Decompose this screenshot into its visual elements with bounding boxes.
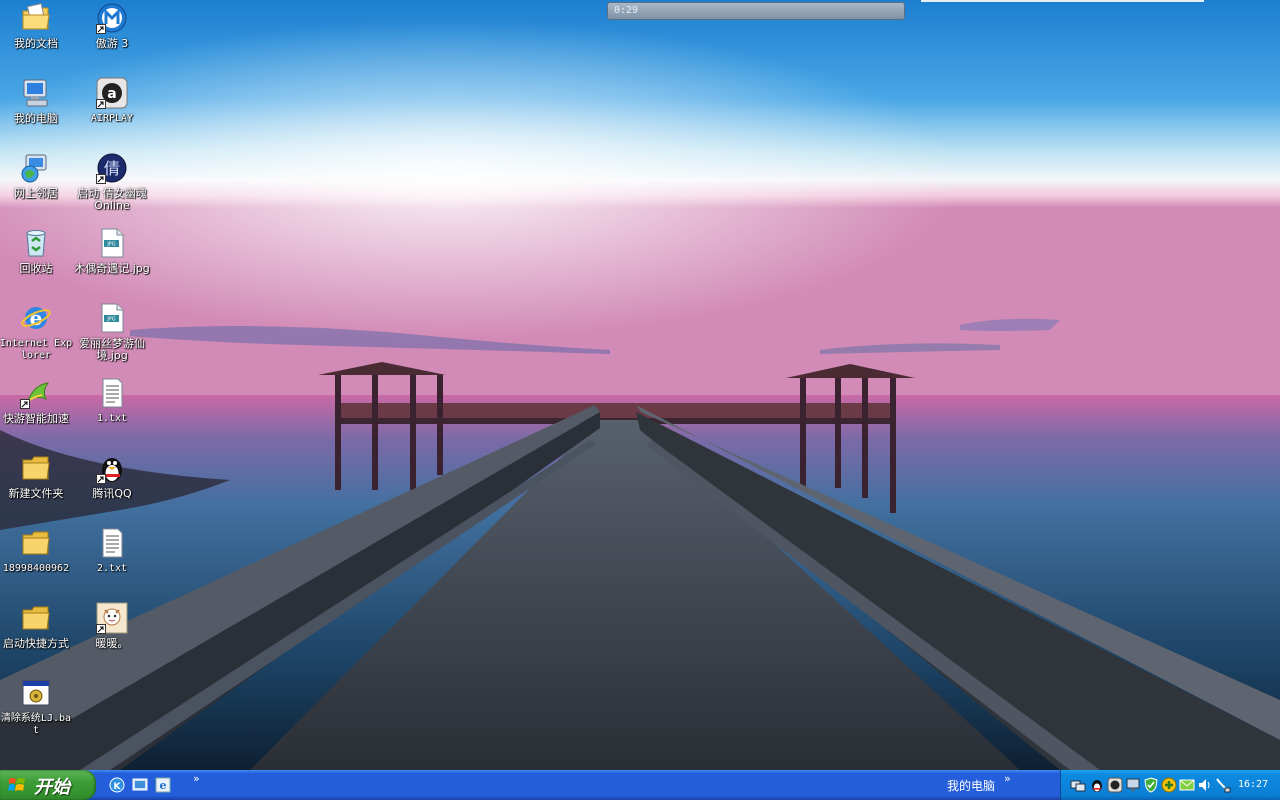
start-label: 开始 bbox=[34, 777, 70, 798]
text-file-icon bbox=[96, 377, 128, 409]
shortcut-arrow-icon bbox=[20, 399, 30, 409]
shortcut-arrow-icon bbox=[96, 24, 106, 34]
nuannuan-image-icon bbox=[96, 602, 128, 634]
icon-label: 傲游 3 bbox=[95, 37, 129, 50]
desktop-icon-nuannuan[interactable]: 暖暖。 bbox=[74, 602, 150, 650]
desktop-icon-shortcut-folder[interactable]: 启动快捷方式 bbox=[0, 602, 74, 650]
svg-text:倩: 倩 bbox=[104, 159, 120, 178]
shortcut-arrow-icon bbox=[96, 624, 106, 634]
svg-text:e: e bbox=[30, 306, 43, 330]
airplay-tray-icon[interactable] bbox=[1107, 777, 1123, 793]
airplay-app-icon: a bbox=[96, 77, 128, 109]
icon-label: 回收站 bbox=[19, 262, 53, 275]
icon-label: Internet Explorer bbox=[0, 338, 73, 361]
icon-label: 快游智能加速 bbox=[3, 412, 69, 425]
timer-text: 0:29 bbox=[614, 5, 639, 16]
security-shield-icon[interactable] bbox=[1143, 777, 1159, 793]
network-globe-icon bbox=[20, 152, 52, 184]
desktop-icon-network[interactable]: 网上邻居 bbox=[0, 152, 74, 200]
desktop-icon-recycle-bin[interactable]: 回收站 bbox=[0, 227, 74, 275]
taskbar: 开始 K e » 我的电脑 » 16:27 bbox=[0, 770, 1280, 800]
taskbar-task-my-computer[interactable]: 我的电脑 bbox=[947, 777, 995, 794]
folder-icon bbox=[20, 452, 52, 484]
svg-text:JPG: JPG bbox=[106, 317, 115, 323]
icon-label: 清除系统LJ.bat bbox=[0, 713, 72, 736]
speaker-tray-icon[interactable] bbox=[1197, 777, 1213, 793]
icon-label: 我的文档 bbox=[14, 37, 58, 50]
desktop-icon-my-documents[interactable]: 我的文档 bbox=[0, 2, 74, 50]
shortcut-arrow-icon bbox=[96, 99, 106, 109]
icon-label: 腾讯QQ bbox=[92, 487, 132, 500]
message-tray-icon[interactable] bbox=[1179, 777, 1195, 793]
qiannv-game-icon: 倩 bbox=[96, 152, 128, 184]
desktop-icon-1-txt[interactable]: 1.txt bbox=[74, 377, 150, 425]
icon-label: AIRPLAY bbox=[90, 113, 134, 124]
shortcut-arrow-icon bbox=[96, 174, 106, 184]
text-file-icon bbox=[96, 527, 128, 559]
network-cable-icon[interactable] bbox=[1215, 777, 1231, 793]
folder-icon bbox=[20, 602, 52, 634]
network-status-icon[interactable] bbox=[1070, 777, 1086, 793]
icon-label: 18998400962 bbox=[2, 563, 70, 574]
system-tray: 16:27 bbox=[1060, 770, 1280, 800]
computer-icon bbox=[20, 77, 52, 109]
folder-icon bbox=[20, 527, 52, 559]
batch-file-icon bbox=[20, 677, 52, 709]
show-desktop-icon[interactable] bbox=[132, 777, 148, 793]
icon-label: 网上邻居 bbox=[14, 187, 58, 200]
icon-label: 新建文件夹 bbox=[8, 487, 64, 500]
desktop-icon-2-txt[interactable]: 2.txt bbox=[74, 527, 150, 575]
desktop-icon-mujiu-jpg[interactable]: JPG 木偶奇遇记.jpg bbox=[74, 227, 150, 275]
desktop-icon-alice-jpg[interactable]: JPG 爱丽丝梦游仙境.jpg bbox=[74, 302, 150, 362]
desktop-icon-kuaiyou[interactable]: 快游智能加速 bbox=[0, 377, 74, 425]
folder-documents-icon bbox=[20, 2, 52, 34]
top-floating-bar bbox=[921, 0, 1204, 2]
windows-logo-icon bbox=[8, 777, 26, 793]
recycle-bin-icon bbox=[20, 227, 52, 259]
shortcut-arrow-icon bbox=[96, 474, 106, 484]
kuaiyou-accelerator-icon bbox=[20, 377, 52, 409]
icon-label: 木偶奇遇记.jpg bbox=[74, 262, 150, 275]
desktop-icon-my-computer[interactable]: 我的电脑 bbox=[0, 77, 74, 125]
guard-plus-icon[interactable] bbox=[1161, 777, 1177, 793]
desktop-icon-clean-bat[interactable]: 清除系统LJ.bat bbox=[0, 677, 74, 737]
start-button[interactable]: 开始 bbox=[0, 770, 96, 800]
svg-text:a: a bbox=[107, 86, 116, 102]
qq-tray-icon[interactable] bbox=[1089, 777, 1105, 793]
ie-quicklaunch-icon[interactable]: e bbox=[155, 777, 171, 793]
svg-text:K: K bbox=[114, 782, 122, 792]
desktop-icon-airplay[interactable]: a AIRPLAY bbox=[74, 77, 150, 125]
timer-widget[interactable]: 0:29 bbox=[607, 2, 905, 20]
icon-label: 启动 倩女幽魂Online bbox=[77, 187, 147, 212]
display-tray-icon[interactable] bbox=[1125, 777, 1141, 793]
clock[interactable]: 16:27 bbox=[1238, 779, 1268, 790]
svg-text:JPG: JPG bbox=[106, 242, 115, 248]
jpg-file-icon: JPG bbox=[96, 302, 128, 334]
desktop-icon-qiannv-online[interactable]: 倩 启动 倩女幽魂Online bbox=[74, 152, 150, 212]
maxthon-browser-icon bbox=[96, 2, 128, 34]
desktop-wallpaper bbox=[0, 0, 1280, 770]
jpg-file-icon: JPG bbox=[96, 227, 128, 259]
desktop-icon-maxthon-3[interactable]: 傲游 3 bbox=[74, 2, 150, 50]
taskbar-chevron-icon[interactable]: » bbox=[1004, 773, 1011, 784]
kuaibo-quicklaunch-icon[interactable]: K bbox=[109, 777, 125, 793]
qq-penguin-icon bbox=[96, 452, 128, 484]
icon-label: 2.txt bbox=[96, 563, 128, 574]
internet-explorer-icon: e bbox=[20, 302, 52, 334]
icon-label: 暖暖。 bbox=[95, 637, 129, 650]
svg-text:e: e bbox=[160, 779, 167, 792]
icon-label: 1.txt bbox=[96, 413, 128, 424]
icon-label: 启动快捷方式 bbox=[3, 637, 69, 650]
desktop-icon-folder-number[interactable]: 18998400962 bbox=[0, 527, 74, 575]
icon-label: 我的电脑 bbox=[14, 112, 58, 125]
icon-label: 爱丽丝梦游仙境.jpg bbox=[79, 337, 145, 362]
desktop-icon-internet-explorer[interactable]: e Internet Explorer bbox=[0, 302, 74, 362]
desktop-icon-new-folder[interactable]: 新建文件夹 bbox=[0, 452, 74, 500]
desktop-icon-qq[interactable]: 腾讯QQ bbox=[74, 452, 150, 500]
quicklaunch-chevron-icon[interactable]: » bbox=[193, 773, 200, 784]
